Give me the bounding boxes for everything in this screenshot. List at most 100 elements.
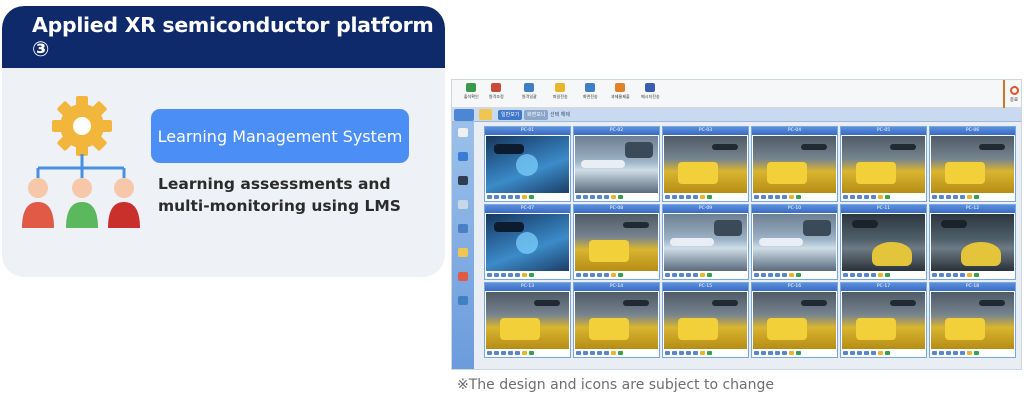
pc-action-icon[interactable] <box>679 273 684 277</box>
pc-action-icon[interactable] <box>946 351 951 355</box>
toolbar-button-5[interactable]: 화면전송 <box>577 83 603 105</box>
home-icon[interactable] <box>454 109 474 121</box>
pc-action-icon[interactable] <box>768 273 773 277</box>
pc-action-icon[interactable] <box>508 351 513 355</box>
pc-action-icon[interactable] <box>576 351 581 355</box>
pc-action-icon[interactable] <box>967 195 972 199</box>
pc-action-icon[interactable] <box>693 273 698 277</box>
pc-action-icon[interactable] <box>576 195 581 199</box>
pc-action-icon[interactable] <box>754 351 759 355</box>
pc-action-icon[interactable] <box>871 273 876 277</box>
pc-action-icon[interactable] <box>501 273 506 277</box>
pc-action-icon[interactable] <box>618 195 623 199</box>
pc-action-icon[interactable] <box>768 195 773 199</box>
pc-action-icon[interactable] <box>946 195 951 199</box>
pc-screen-thumbnail[interactable] <box>931 214 1014 271</box>
pc-action-icon[interactable] <box>494 273 499 277</box>
pc-tile[interactable]: PC-03 <box>662 126 749 202</box>
pc-action-icon[interactable] <box>843 195 848 199</box>
pc-action-icon[interactable] <box>967 273 972 277</box>
view-mode-chip-normal[interactable]: 일반보기 <box>498 110 523 120</box>
pc-action-icon[interactable] <box>501 351 506 355</box>
pc-screen-thumbnail[interactable] <box>486 292 569 349</box>
pc-action-icon[interactable] <box>487 273 492 277</box>
pc-action-icon[interactable] <box>782 351 787 355</box>
pc-action-icon[interactable] <box>761 351 766 355</box>
pc-action-icon[interactable] <box>618 273 623 277</box>
pc-action-icon[interactable] <box>515 351 520 355</box>
pc-screen-thumbnail[interactable] <box>664 292 747 349</box>
pc-screen-thumbnail[interactable] <box>931 136 1014 193</box>
pc-tile[interactable]: PC-12 <box>929 204 1016 280</box>
pc-screen-thumbnail[interactable] <box>842 292 925 349</box>
toolbar-button-7[interactable]: 메시지전송 <box>637 83 663 105</box>
pc-tile[interactable]: PC-01 <box>484 126 571 202</box>
pc-screen-thumbnail[interactable] <box>931 292 1014 349</box>
pc-tile[interactable]: PC-18 <box>929 282 1016 358</box>
pc-action-icon[interactable] <box>665 351 670 355</box>
pc-action-icon[interactable] <box>508 195 513 199</box>
pc-action-icon[interactable] <box>782 273 787 277</box>
pc-action-icon[interactable] <box>939 273 944 277</box>
pc-action-icon[interactable] <box>618 351 623 355</box>
pc-action-icon[interactable] <box>775 195 780 199</box>
pc-action-icon[interactable] <box>611 351 616 355</box>
pc-screen-thumbnail[interactable] <box>664 136 747 193</box>
pc-action-icon[interactable] <box>604 195 609 199</box>
toolbar-button-1[interactable]: 출석확인 <box>458 83 484 105</box>
pc-action-icon[interactable] <box>487 195 492 199</box>
pc-action-icon[interactable] <box>686 195 691 199</box>
pc-action-icon[interactable] <box>878 273 883 277</box>
pc-screen-thumbnail[interactable] <box>486 214 569 271</box>
pc-action-icon[interactable] <box>672 273 677 277</box>
pc-action-icon[interactable] <box>590 195 595 199</box>
pc-action-icon[interactable] <box>754 195 759 199</box>
pc-action-icon[interactable] <box>522 195 527 199</box>
pc-action-icon[interactable] <box>597 273 602 277</box>
pc-action-icon[interactable] <box>611 273 616 277</box>
pc-action-icon[interactable] <box>590 351 595 355</box>
pc-action-icon[interactable] <box>494 351 499 355</box>
pc-action-icon[interactable] <box>707 351 712 355</box>
pc-action-icon[interactable] <box>864 351 869 355</box>
pc-action-icon[interactable] <box>775 273 780 277</box>
pc-tile[interactable]: PC-16 <box>751 282 838 358</box>
pc-action-icon[interactable] <box>529 351 534 355</box>
pc-action-icon[interactable] <box>843 273 848 277</box>
pc-screen-thumbnail[interactable] <box>575 292 658 349</box>
pc-action-icon[interactable] <box>775 351 780 355</box>
pc-action-icon[interactable] <box>789 351 794 355</box>
pc-action-icon[interactable] <box>707 195 712 199</box>
pc-action-icon[interactable] <box>960 351 965 355</box>
view-mode-chip-monitor[interactable]: 화면모니 <box>524 110 549 120</box>
network-icon[interactable] <box>458 296 468 305</box>
pc-tile[interactable]: PC-08 <box>573 204 660 280</box>
deselect-link[interactable]: 선택 해제 <box>550 110 570 120</box>
pc-action-icon[interactable] <box>487 351 492 355</box>
pc-tile[interactable]: PC-10 <box>751 204 838 280</box>
pc-action-icon[interactable] <box>850 273 855 277</box>
pc-tile[interactable]: PC-02 <box>573 126 660 202</box>
pc-action-icon[interactable] <box>974 273 979 277</box>
pc-action-icon[interactable] <box>960 195 965 199</box>
pc-action-icon[interactable] <box>529 195 534 199</box>
pc-action-icon[interactable] <box>501 195 506 199</box>
pc-action-icon[interactable] <box>522 273 527 277</box>
pc-tile[interactable]: PC-17 <box>840 282 927 358</box>
pc-action-icon[interactable] <box>789 195 794 199</box>
folder-icon[interactable] <box>458 248 468 257</box>
pc-action-icon[interactable] <box>864 273 869 277</box>
pc-tile[interactable]: PC-13 <box>484 282 571 358</box>
pc-action-icon[interactable] <box>672 351 677 355</box>
pc-tile[interactable]: PC-11 <box>840 204 927 280</box>
pc-tile[interactable]: PC-09 <box>662 204 749 280</box>
pc-action-icon[interactable] <box>782 195 787 199</box>
pc-action-icon[interactable] <box>939 351 944 355</box>
pc-action-icon[interactable] <box>679 351 684 355</box>
pc-action-icon[interactable] <box>843 351 848 355</box>
pc-action-icon[interactable] <box>700 195 705 199</box>
clipboard-icon[interactable] <box>458 128 468 137</box>
pc-action-icon[interactable] <box>522 351 527 355</box>
pc-action-icon[interactable] <box>679 195 684 199</box>
pc-screen-thumbnail[interactable] <box>575 136 658 193</box>
